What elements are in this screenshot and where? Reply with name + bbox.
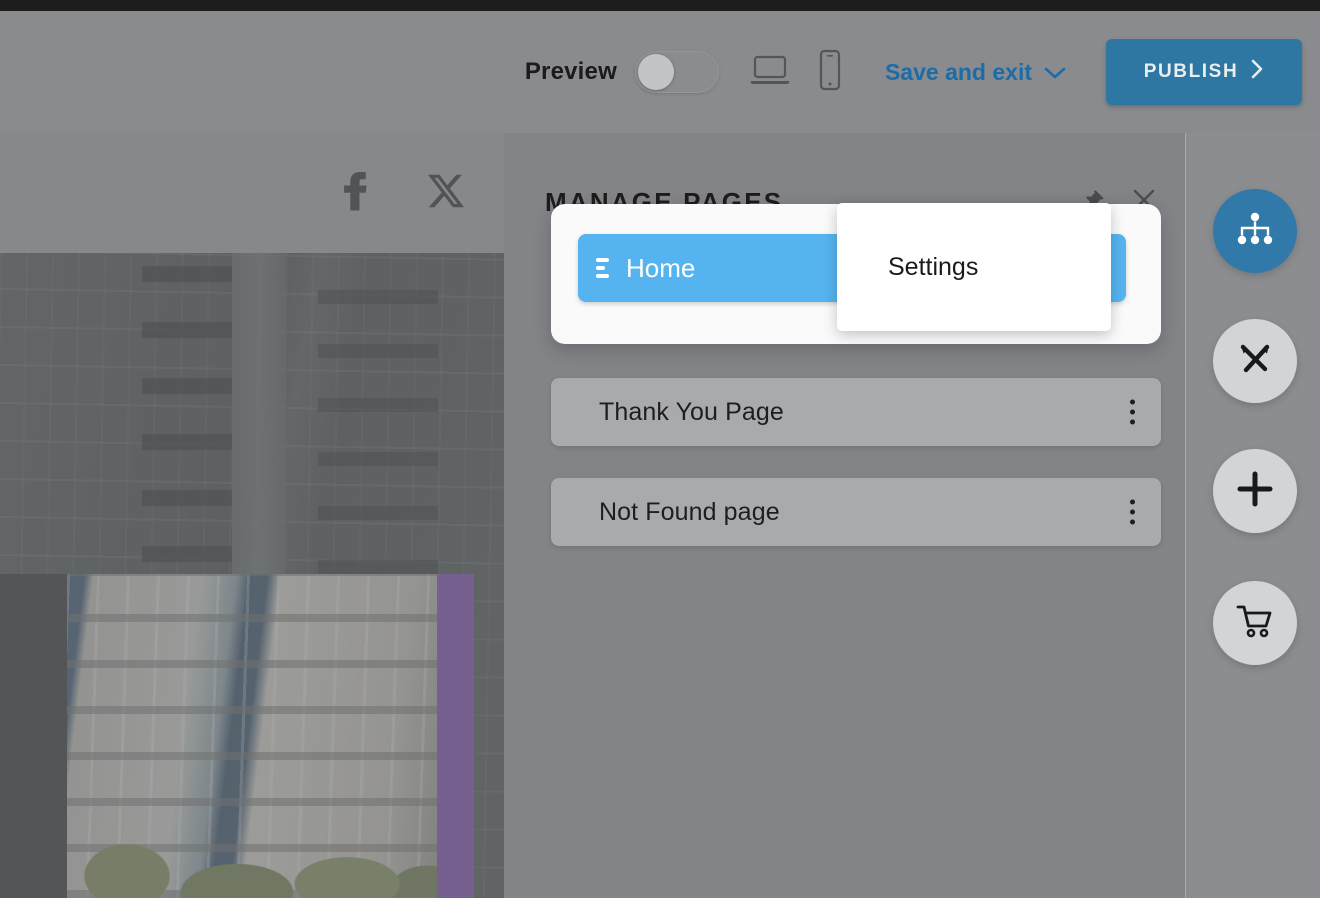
- rail-button-store[interactable]: [1213, 581, 1297, 665]
- publish-button[interactable]: PUBLISH: [1106, 39, 1302, 105]
- preview-label: Preview: [524, 58, 617, 85]
- hero-inset-image: [67, 574, 474, 898]
- kebab-menu-icon[interactable]: [1130, 399, 1135, 425]
- shopping-cart-icon: [1235, 603, 1275, 644]
- active-page-card: Home Settings: [551, 203, 1161, 344]
- design-tools-icon: [1235, 339, 1275, 384]
- right-tool-rail: [1186, 133, 1320, 898]
- facebook-icon[interactable]: [338, 169, 372, 218]
- mobile-icon[interactable]: [817, 49, 843, 96]
- kebab-menu-icon[interactable]: [1130, 499, 1135, 525]
- list-item-not-found-page[interactable]: Not Found page: [551, 478, 1161, 546]
- sitemap-icon: [1235, 212, 1275, 251]
- drag-handle-icon[interactable]: [596, 258, 609, 278]
- inset-foliage: [67, 788, 474, 898]
- toggle-knob: [637, 54, 674, 90]
- laptop-icon[interactable]: [749, 53, 791, 92]
- publish-label: PUBLISH: [1143, 61, 1239, 82]
- preview-toggle[interactable]: [634, 51, 719, 93]
- list-item-label: Not Found page: [599, 497, 780, 526]
- editor-toolbar: Preview Save and exit PUBLISH: [0, 11, 1320, 133]
- page-context-menu: Settings: [837, 203, 1111, 331]
- chevron-down-icon: [1044, 59, 1066, 86]
- site-header-bar: [0, 133, 504, 253]
- list-item-thank-you-page[interactable]: Thank You Page: [551, 378, 1161, 446]
- save-and-exit-label: Save and exit: [884, 58, 1032, 85]
- chevron-right-icon: [1250, 59, 1264, 85]
- hero-shadow-strip: [0, 574, 67, 898]
- list-item-label: Thank You Page: [599, 397, 784, 426]
- rail-button-add[interactable]: [1213, 449, 1297, 533]
- save-and-exit-button[interactable]: Save and exit: [885, 59, 1066, 86]
- rail-button-design[interactable]: [1213, 319, 1297, 403]
- rail-button-pages[interactable]: [1213, 189, 1297, 273]
- list-item-label: Home: [626, 252, 696, 283]
- menu-item-settings[interactable]: Settings: [837, 254, 1111, 280]
- plus-icon: [1236, 470, 1274, 513]
- browser-chrome-strip: [0, 0, 1320, 11]
- manage-pages-panel: MANAGE PAGES Home Settings Thank You Pag…: [504, 133, 1185, 898]
- accent-bar: [437, 574, 474, 898]
- pages-list: Home Settings Thank You Page Not Found p…: [551, 203, 1161, 578]
- x-twitter-icon[interactable]: [426, 171, 466, 216]
